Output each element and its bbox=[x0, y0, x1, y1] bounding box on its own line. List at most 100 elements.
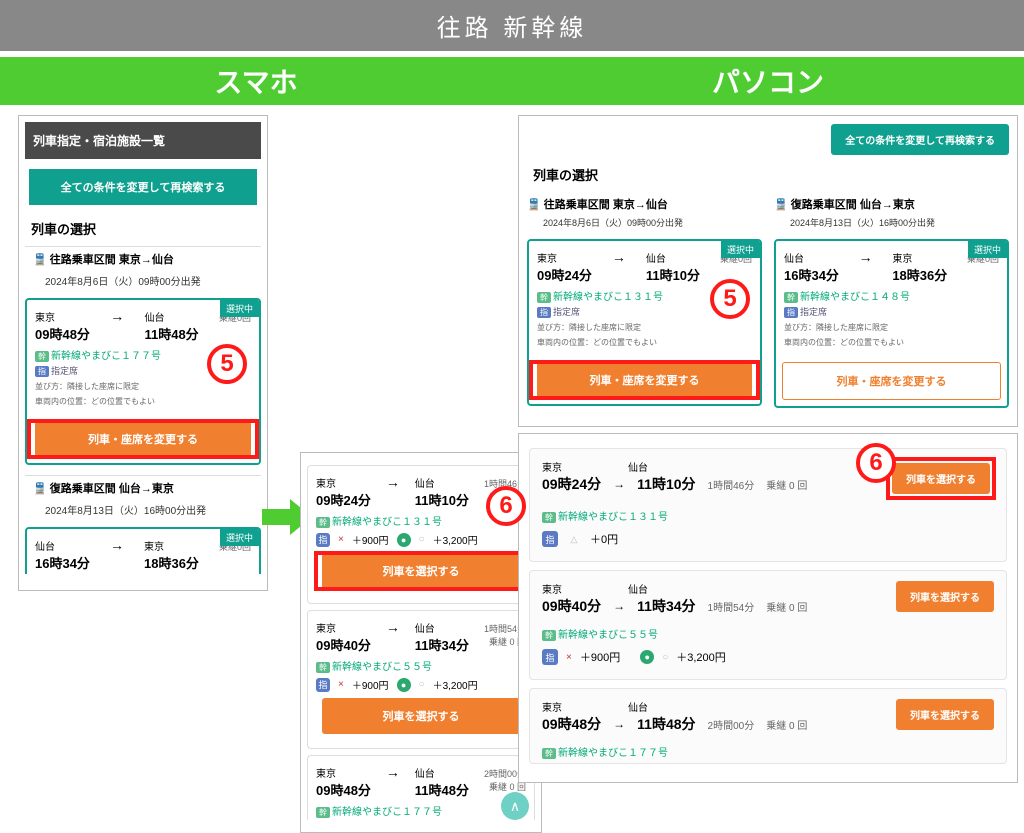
arrow-icon: → bbox=[613, 477, 625, 491]
desktop-screen-1: 全ての条件を変更して再検索する 列車の選択 🚆 往路乗車区間 東京→仙台 202… bbox=[518, 115, 1018, 427]
scroll-top-fab[interactable]: ∧ bbox=[501, 792, 529, 820]
train-result-1: 東京 仙台 09時24分 → 11時10分 1時間46分 乗継 0 回 列車を選… bbox=[529, 448, 1007, 562]
outbound-selected-card: 選択中 東京 09時24分 → 仙台 11時10分 bbox=[527, 239, 762, 406]
seat-type: 指定席 bbox=[553, 307, 580, 317]
return-column: 🚆 復路乗車区間 仙台→東京 2024年8月13日（火）16時00分出発 選択中… bbox=[774, 192, 1009, 418]
outbound-leg-label: 往路乗車区間 東京→仙台 bbox=[50, 254, 174, 266]
duration: 1時間46分 bbox=[708, 477, 755, 492]
seat-price-row[interactable]: 指 × ＋900円 ● ○ ＋3,200円 bbox=[542, 649, 994, 665]
dep-time: 16時34分 bbox=[784, 265, 839, 284]
seat-badge: 指 bbox=[537, 307, 551, 318]
return-leg-date: 2024年8月13日（火）16時00分出発 bbox=[25, 500, 261, 523]
select-train-heading: 列車の選択 bbox=[527, 161, 1009, 192]
arrow-icon: → bbox=[110, 537, 124, 553]
outbound-leg-header: 🚆 往路乗車区間 東京→仙台 bbox=[25, 246, 261, 271]
select-train-button[interactable]: 列車を選択する bbox=[322, 553, 520, 589]
shinkansen-badge: 幹 bbox=[784, 292, 798, 303]
seat-badge: 指 bbox=[784, 307, 798, 318]
to-station: 仙台 bbox=[628, 459, 648, 474]
seat-note-1: 並び方：隣接した座席に限定 bbox=[784, 322, 999, 333]
duration: 1時間54分 bbox=[708, 599, 755, 614]
service-name: 新幹線やまびこ５５号 bbox=[332, 662, 432, 673]
from-station: 東京 bbox=[542, 699, 562, 714]
unavailable-icon: × bbox=[566, 652, 572, 663]
seat-price-row[interactable]: 指 △ ＋0円 bbox=[542, 531, 994, 547]
to-station: 仙台 bbox=[628, 581, 648, 596]
radio-empty-icon: ○ bbox=[662, 652, 668, 663]
seat-type: 指定席 bbox=[51, 366, 78, 376]
shinkansen-badge: 幹 bbox=[35, 351, 49, 362]
service-name: 新幹線やまびこ１７７号 bbox=[51, 351, 161, 362]
seat-price-row[interactable]: 指× ＋900円 ●○ ＋3,200円 bbox=[316, 532, 526, 547]
train-icon: 🚆 bbox=[33, 483, 47, 495]
from-station: 東京 bbox=[542, 459, 562, 474]
select-train-button[interactable]: 列車を選択する bbox=[322, 698, 520, 734]
green-car-chip: ● bbox=[397, 533, 411, 547]
mobile-screen-2: 東京 09時24分 → 仙台 11時10分 1時間46分 乗継 0 回 幹新幹線… bbox=[300, 452, 542, 833]
selected-tag: 選択中 bbox=[968, 241, 1007, 258]
service-name: 新幹線やまびこ１７７号 bbox=[558, 748, 668, 759]
arr-time: 18時36分 bbox=[892, 265, 947, 284]
change-seat-button[interactable]: 列車・座席を変更する bbox=[35, 421, 251, 457]
research-button[interactable]: 全ての条件を変更して再検索する bbox=[29, 169, 257, 205]
service-name: 新幹線やまびこ１３１号 bbox=[558, 512, 668, 523]
return-selected-card: 選択中 仙台 16時34分 → 東京 18時36分 乗継0回 bbox=[25, 527, 261, 574]
price-0: ＋0円 bbox=[590, 531, 618, 547]
step-5-marker: 5 bbox=[710, 279, 750, 319]
seat-note-2: 車両内の位置：どの位置でもよい bbox=[537, 337, 752, 348]
shinkansen-badge: 幹 bbox=[316, 807, 330, 818]
dep-time: 09時40分 bbox=[316, 635, 371, 654]
dep-time: 09時40分 bbox=[542, 596, 601, 616]
selected-tag: 選択中 bbox=[220, 529, 259, 546]
arrow-icon: → bbox=[110, 308, 124, 324]
arrow-icon: → bbox=[612, 249, 626, 265]
seat-reserved-chip: 指 bbox=[542, 531, 558, 547]
seat-reserved-chip: 指 bbox=[542, 649, 558, 665]
change-seat-button[interactable]: 列車・座席を変更する bbox=[782, 362, 1001, 400]
to-station: 東京 bbox=[144, 538, 199, 553]
seat-price-row[interactable]: 指× ＋900円 ●○ ＋3,200円 bbox=[316, 677, 526, 692]
select-train-button[interactable]: 列車を選択する bbox=[896, 581, 994, 612]
from-station: 東京 bbox=[316, 475, 371, 490]
arr-time: 11時48分 bbox=[144, 324, 198, 343]
mobile-screen-1: 列車指定・宿泊施設一覧 全ての条件を変更して再検索する 列車の選択 🚆 往路乗車… bbox=[18, 115, 268, 591]
arrow-icon: → bbox=[386, 619, 400, 635]
train-result-3: 東京 仙台 09時48分 → 11時48分 2時間00分 乗継 0 回 列車を選… bbox=[529, 688, 1007, 764]
dep-time: 16時34分 bbox=[35, 553, 90, 572]
unavailable-icon: × bbox=[338, 534, 344, 545]
tab-desktop: パソコン bbox=[512, 57, 1024, 105]
select-train-heading: 列車の選択 bbox=[25, 215, 261, 246]
from-station: 仙台 bbox=[784, 250, 839, 265]
service-name: 新幹線やまびこ１３１号 bbox=[332, 517, 442, 528]
outbound-leg-date: 2024年8月6日（火）09時00分出発 bbox=[527, 216, 762, 235]
train-option-2: 東京 09時40分 → 仙台 11時34分 1時間54分 乗継 0 回 幹新幹線… bbox=[307, 610, 535, 749]
seat-reserved-chip: 指 bbox=[316, 533, 330, 547]
to-station: 仙台 bbox=[646, 250, 700, 265]
seat-type: 指定席 bbox=[800, 307, 827, 317]
price-a: ＋900円 bbox=[352, 677, 389, 692]
highlight-change-seat: 列車・座席を変更する bbox=[29, 421, 257, 457]
select-train-button[interactable]: 列車を選択する bbox=[896, 699, 994, 730]
to-station: 仙台 bbox=[144, 309, 198, 324]
outbound-selected-card: 選択中 東京 09時48分 → 仙台 11時48分 乗継0回 bbox=[25, 298, 261, 465]
arr-time: 11時10分 bbox=[637, 474, 695, 494]
select-train-button[interactable]: 列車を選択する bbox=[892, 463, 990, 494]
arr-time: 11時48分 bbox=[415, 780, 469, 799]
mobile-page-title: 列車指定・宿泊施設一覧 bbox=[25, 122, 261, 159]
train-result-2: 東京 仙台 09時40分 → 11時34分 1時間54分 乗継 0 回 列車を選… bbox=[529, 570, 1007, 680]
step-6-marker: 6 bbox=[486, 486, 526, 526]
train-option-1: 東京 09時24分 → 仙台 11時10分 1時間46分 乗継 0 回 幹新幹線… bbox=[307, 465, 535, 604]
seat-note-1: 並び方：隣接した座席に限定 bbox=[537, 322, 752, 333]
arr-time: 11時34分 bbox=[415, 635, 469, 654]
train-icon: 🚆 bbox=[774, 199, 788, 211]
change-seat-button[interactable]: 列車・座席を変更する bbox=[537, 362, 752, 398]
arr-time: 11時10分 bbox=[646, 265, 700, 284]
duration: 2時間00分 bbox=[708, 717, 755, 732]
highlight-select-train: 列車を選択する bbox=[888, 459, 994, 498]
to-station: 仙台 bbox=[415, 765, 469, 780]
research-button[interactable]: 全ての条件を変更して再検索する bbox=[831, 124, 1009, 155]
green-car-chip: ● bbox=[640, 650, 654, 664]
arrow-icon: → bbox=[386, 474, 400, 490]
outbound-leg-date: 2024年8月6日（火）09時00分出発 bbox=[25, 271, 261, 294]
to-station: 仙台 bbox=[415, 475, 469, 490]
